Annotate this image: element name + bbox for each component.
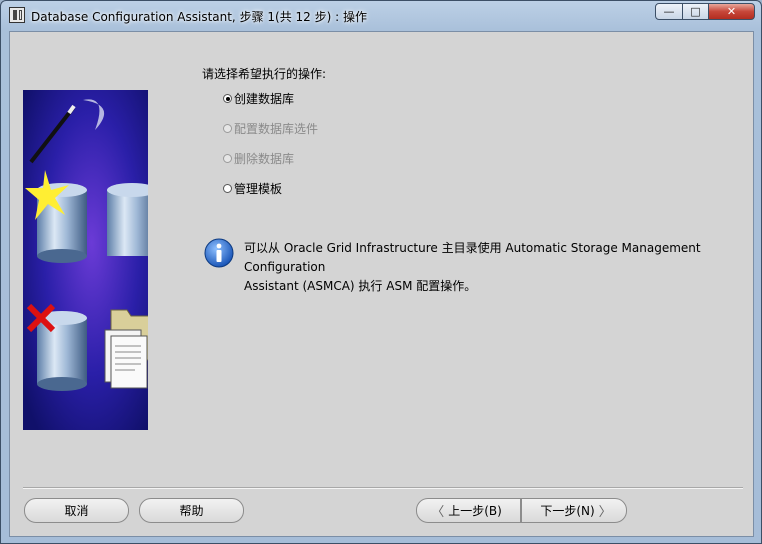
radio-icon [223, 154, 232, 163]
operation-prompt: 请选择希望执行的操作: [202, 67, 327, 81]
radio-selected-icon[interactable] [223, 94, 232, 103]
info-line: Assistant (ASMCA) 执行 ASM 配置操作。 [244, 279, 477, 293]
database-illustration-icon [23, 90, 148, 430]
radio-label: 创建数据库 [234, 92, 295, 106]
maximize-button[interactable]: □ [682, 3, 709, 20]
cancel-button[interactable]: 取消 [24, 498, 129, 523]
radio-delete-database: 删除数据库 [223, 150, 294, 167]
info-icon [204, 238, 234, 268]
wizard-illustration [23, 90, 148, 430]
radio-label: 删除数据库 [234, 152, 295, 166]
app-icon [9, 7, 25, 23]
back-button[interactable]: 〈 上一步(B) [416, 498, 521, 523]
dialog-content: 请选择希望执行的操作: 创建数据库 配置数据库选件 删除数据库 管理模板 可以从… [9, 31, 754, 537]
navigation-buttons: 〈 上一步(B) 下一步(N) 〉 [416, 498, 627, 523]
radio-icon [223, 124, 232, 133]
back-label: 上一步(B) [448, 504, 502, 518]
radio-icon[interactable] [223, 184, 232, 193]
asm-info-message: 可以从 Oracle Grid Infrastructure 主目录使用 Aut… [244, 239, 749, 296]
dialog-window: Database Configuration Assistant, 步骤 1(共… [0, 0, 762, 544]
radio-label: 管理模板 [234, 182, 283, 196]
radio-create-database[interactable]: 创建数据库 [223, 90, 294, 107]
radio-label: 配置数据库选件 [234, 122, 319, 136]
button-divider [23, 487, 743, 489]
help-button[interactable]: 帮助 [139, 498, 244, 523]
chevron-right-icon: 〉 [598, 505, 612, 520]
radio-configure-options: 配置数据库选件 [223, 120, 318, 137]
radio-manage-templates[interactable]: 管理模板 [223, 180, 282, 197]
close-button[interactable]: ✕ [708, 3, 755, 20]
next-label: 下一步(N) [540, 504, 595, 518]
next-button[interactable]: 下一步(N) 〉 [521, 498, 627, 523]
chevron-left-icon: 〈 [431, 505, 445, 520]
minimize-button[interactable]: — [655, 3, 683, 20]
title-bar[interactable]: Database Configuration Assistant, 步骤 1(共… [1, 1, 761, 31]
info-line: 可以从 Oracle Grid Infrastructure 主目录使用 Aut… [244, 241, 701, 274]
window-title: Database Configuration Assistant, 步骤 1(共… [31, 10, 367, 24]
